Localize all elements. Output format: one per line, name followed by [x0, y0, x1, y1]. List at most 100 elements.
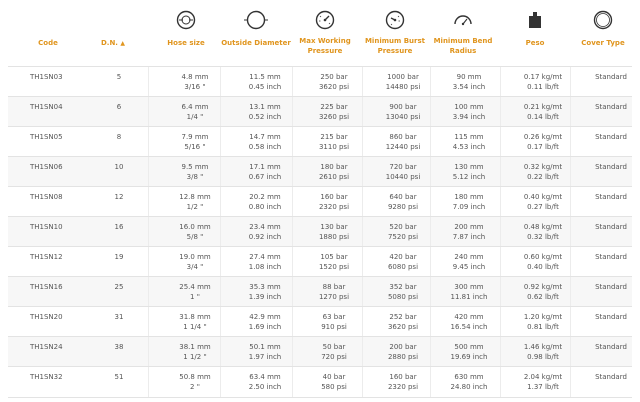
- header-min-bend-radius-line1: Minimum Bend: [433, 37, 493, 45]
- outside-diameter-cell-line1: 63.4 mm: [249, 373, 281, 381]
- header-dn[interactable]: D.N. ▲: [88, 0, 138, 60]
- hose-spec-table: Code D.N. ▲ Hose size Outside Diameter M…: [0, 0, 640, 401]
- table-row: TH1SN04 6 6.4 mm 1/4 " 13.1 mm 0.52 inch 225 b…: [8, 96, 632, 127]
- pressure-gauge-icon: [315, 10, 335, 30]
- header-outside-diameter-label: Outside Diameter: [221, 39, 291, 47]
- outside-diameter-cell-line1: 42.9 mm: [249, 313, 281, 321]
- bend-radius-cell-line1: 630 mm: [454, 373, 484, 381]
- peso-cell-line2: 0.17 lb/ft: [527, 143, 559, 151]
- working-pressure-cell-line2: 580 psi: [321, 383, 347, 391]
- peso-cell-line1: 0.48 kg/mt: [523, 223, 563, 231]
- hose-size-cell-line2: 2 ": [190, 383, 200, 391]
- working-pressure-cell-line1: 63 bar: [322, 313, 346, 321]
- burst-pressure-cell-line2: 14480 psi: [385, 83, 421, 91]
- working-pressure-cell-line2: 720 psi: [321, 353, 347, 361]
- column-divider: [500, 277, 501, 307]
- header-cover-type[interactable]: Cover Type: [568, 0, 638, 60]
- table-row: TH1SN03 5 4.8 mm 3/16 " 11.5 mm 0.45 inch 250 …: [8, 66, 632, 97]
- hose-size-cell-line2: 1 1/2 ": [183, 353, 207, 361]
- burst-pressure-cell-line2: 5080 psi: [387, 293, 419, 301]
- hose-size-cell-line2: 5/8 ": [186, 233, 204, 241]
- working-pressure-cell-line2: 3110 psi: [318, 143, 350, 151]
- hose-size-cell-line1: 50.8 mm: [179, 373, 211, 381]
- table-row: TH1SN20 31 31.8 mm 1 1/4 " 42.9 mm 1.69 inch 6…: [8, 306, 632, 337]
- outside-diameter-cell-line1: 20.2 mm: [249, 193, 281, 201]
- sort-arrow-icon[interactable]: ▲: [120, 40, 125, 47]
- bend-radius-icon: [453, 10, 473, 30]
- outside-diameter-cell: 63.4 mm 2.50 inch: [232, 372, 298, 402]
- header-dn-label: D.N.: [100, 39, 118, 47]
- hose-size-cell-line2: 1/2 ": [186, 203, 204, 211]
- working-pressure-cell-line2: 2320 psi: [318, 203, 350, 211]
- hose-size-cell-line2: 3/4 ": [186, 263, 204, 271]
- outside-diameter-cell-line1: 14.7 mm: [249, 133, 281, 141]
- bend-radius-cell-line1: 115 mm: [454, 133, 484, 141]
- outside-diameter-icon: [243, 10, 269, 30]
- header-min-bend-radius[interactable]: Minimum Bend Radius: [428, 0, 498, 60]
- working-pressure-cell-line1: 50 bar: [322, 343, 346, 351]
- column-divider: [148, 337, 149, 367]
- burst-pressure-cell-line2: 7520 psi: [387, 233, 419, 241]
- peso-cell-line1: 1.46 kg/mt: [523, 343, 563, 351]
- bend-radius-cell-line2: 19.69 inch: [450, 353, 488, 361]
- bend-radius-cell-line1: 240 mm: [454, 253, 484, 261]
- header-outside-diameter[interactable]: Outside Diameter: [220, 0, 292, 60]
- hose-size-cell-line1: 19.0 mm: [179, 253, 211, 261]
- burst-pressure-cell-line2: 3620 psi: [387, 323, 419, 331]
- code-cell: TH1SN32: [30, 373, 63, 381]
- table-row: TH1SN12 19 19.0 mm 3/4 " 27.4 mm 1.08 inch 105…: [8, 246, 632, 277]
- hose-size-cell-line1: 12.8 mm: [179, 193, 211, 201]
- column-divider: [148, 367, 149, 397]
- outside-diameter-cell-line1: 13.1 mm: [249, 103, 281, 111]
- table-row: TH1SN24 38 38.1 mm 1 1/2 " 50.1 mm 1.97 inch 5…: [8, 336, 632, 367]
- burst-pressure-cell-line1: 352 bar: [389, 283, 417, 291]
- header-max-working-pressure[interactable]: Max Working Pressure: [290, 0, 360, 60]
- hose-size-cell-line2: 3/16 ": [184, 83, 206, 91]
- header-code-label: Code: [38, 39, 58, 47]
- bend-radius-cell-line2: 9.45 inch: [452, 263, 486, 271]
- working-pressure-cell-line1: 180 bar: [320, 163, 348, 171]
- hose-size-cell: 50.8 mm 2 ": [160, 372, 230, 402]
- burst-pressure-cell-line2: 2880 psi: [387, 353, 419, 361]
- column-divider: [500, 307, 501, 337]
- bend-radius-cell-line1: 180 mm: [454, 193, 484, 201]
- working-pressure-cell-line2: 910 psi: [321, 323, 347, 331]
- bend-radius-cell-line2: 11.81 inch: [450, 293, 488, 301]
- burst-pressure-cell-line1: 1000 bar: [387, 73, 419, 81]
- weight-icon: [527, 10, 543, 30]
- header-min-burst-pressure[interactable]: Minimum Burst Pressure: [360, 0, 430, 60]
- hose-size-cell-line1: 25.4 mm: [179, 283, 211, 291]
- working-pressure-cell-line1: 160 bar: [320, 193, 348, 201]
- column-divider: [148, 97, 149, 127]
- outside-diameter-cell-line1: 17.1 mm: [249, 163, 281, 171]
- column-divider: [500, 127, 501, 157]
- peso-cell-line2: 0.27 lb/ft: [527, 203, 559, 211]
- column-divider: [148, 127, 149, 157]
- hose-size-cell-line2: 1 1/4 ": [183, 323, 207, 331]
- column-divider: [500, 157, 501, 187]
- hose-size-cell-line1: 4.8 mm: [181, 73, 209, 81]
- working-pressure-cell-line1: 130 bar: [320, 223, 348, 231]
- outside-diameter-cell-line1: 23.4 mm: [249, 223, 281, 231]
- header-min-bend-radius-line2: Radius: [449, 47, 477, 55]
- outside-diameter-cell-line1: 35.3 mm: [249, 283, 281, 291]
- column-divider: [500, 187, 501, 217]
- column-divider: [148, 217, 149, 247]
- header-code[interactable]: Code: [8, 0, 88, 60]
- cover-type-cell: Standard: [595, 373, 627, 381]
- column-divider: [500, 67, 501, 97]
- hose-size-cell-line2: 1 ": [190, 293, 200, 301]
- bend-radius-cell-line2: 7.09 inch: [452, 203, 486, 211]
- outside-diameter-cell-line2: 0.92 inch: [248, 233, 282, 241]
- outside-diameter-cell-line2: 1.39 inch: [248, 293, 282, 301]
- peso-cell-line1: 0.60 kg/mt: [523, 253, 563, 261]
- peso-cell-line1: 1.20 kg/mt: [523, 313, 563, 321]
- header-peso[interactable]: Peso: [500, 0, 570, 60]
- header-hose-size[interactable]: Hose size: [148, 0, 224, 60]
- header-cover-type-label: Cover Type: [581, 39, 625, 47]
- peso-cell-line1: 0.21 kg/mt: [523, 103, 563, 111]
- header-hose-size-label: Hose size: [167, 39, 205, 47]
- bend-radius-cell-line2: 4.53 inch: [452, 143, 486, 151]
- column-divider: [500, 97, 501, 127]
- working-pressure-cell-line2: 1270 psi: [318, 293, 350, 301]
